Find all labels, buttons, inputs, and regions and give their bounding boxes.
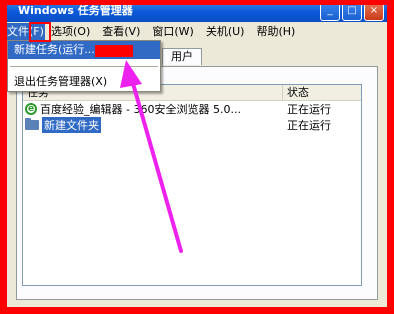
menu-options[interactable]: 选项(O) bbox=[45, 23, 96, 41]
minimize-icon[interactable]: _ bbox=[320, 1, 340, 21]
close-icon[interactable]: × bbox=[364, 1, 384, 21]
maximize-icon[interactable]: □ bbox=[342, 1, 362, 21]
column-header-status[interactable]: 状态 bbox=[283, 85, 361, 100]
window-controls: _ □ × bbox=[320, 1, 384, 21]
menu-bar: 文件(F) 选项(O) 查看(V) 窗口(W) 关机(U) 帮助(H) bbox=[7, 22, 387, 42]
menu-item-new-task[interactable]: 新建任务(运行...) bbox=[8, 41, 160, 59]
menu-help[interactable]: 帮助(H) bbox=[250, 23, 301, 41]
tab-users[interactable]: 用户 bbox=[162, 48, 202, 65]
annotation-highlight-file-menu bbox=[29, 22, 51, 42]
task-status: 正在运行 bbox=[287, 119, 331, 132]
folder-icon bbox=[25, 118, 39, 130]
applications-panel: 任务 状态 e 百度经验_编辑器 - 360安全浏览器 5.0... 正在运行 … bbox=[16, 66, 378, 300]
task-list[interactable]: 任务 状态 e 百度经验_编辑器 - 360安全浏览器 5.0... 正在运行 … bbox=[22, 84, 362, 286]
table-row[interactable]: e 百度经验_编辑器 - 360安全浏览器 5.0... 正在运行 bbox=[23, 101, 361, 117]
menu-item-exit[interactable]: 退出任务管理器(X) bbox=[8, 73, 160, 91]
task-cell: 新建文件夹 bbox=[23, 117, 283, 133]
window-title: Windows 任务管理器 bbox=[18, 4, 133, 17]
task-cell: e 百度经验_编辑器 - 360安全浏览器 5.0... bbox=[23, 101, 283, 117]
file-dropdown-menu: 新建任务(运行...) 退出任务管理器(X) bbox=[7, 40, 161, 92]
title-bar: Windows 任务管理器 _ □ × bbox=[0, 0, 394, 22]
menu-view[interactable]: 查看(V) bbox=[96, 23, 146, 41]
annotation-redaction bbox=[95, 45, 133, 57]
task-status: 正在运行 bbox=[287, 103, 331, 116]
task-name: 百度经验_编辑器 - 360安全浏览器 5.0... bbox=[40, 103, 241, 116]
menu-window[interactable]: 窗口(W) bbox=[146, 23, 199, 41]
task-name: 新建文件夹 bbox=[42, 117, 101, 133]
menu-separator bbox=[10, 66, 158, 67]
ie-icon: e bbox=[25, 103, 37, 115]
table-row[interactable]: 新建文件夹 正在运行 bbox=[23, 117, 361, 133]
menu-shutdown[interactable]: 关机(U) bbox=[200, 23, 251, 41]
